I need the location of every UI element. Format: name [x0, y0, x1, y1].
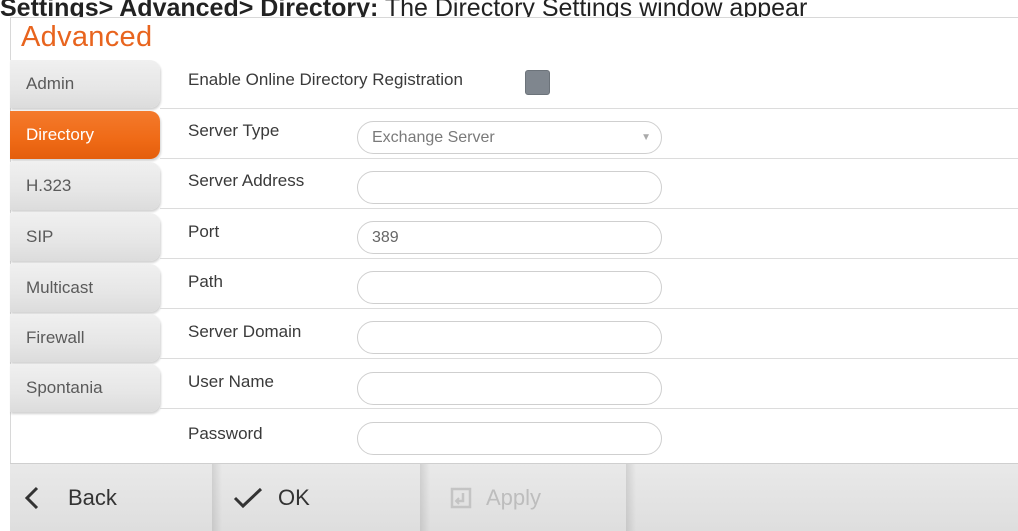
server-domain-label: Server Domain — [188, 322, 302, 341]
back-label: Back — [68, 485, 117, 510]
sidebar-item-firewall[interactable]: Firewall — [10, 314, 160, 362]
enable-registration-label: Enable Online Directory Registration — [188, 70, 463, 89]
port-input[interactable]: 389 — [357, 221, 662, 254]
apply-label: Apply — [486, 485, 542, 510]
apply-button[interactable]: Apply — [450, 464, 630, 531]
user-name-input[interactable] — [357, 372, 662, 405]
back-button[interactable]: Back — [22, 464, 212, 531]
server-address-input[interactable] — [357, 171, 662, 204]
row-divider — [160, 308, 1018, 309]
server-address-label: Server Address — [188, 171, 305, 190]
sidebar-item-spontania[interactable]: Spontania — [10, 364, 160, 412]
checkmark-icon — [232, 485, 264, 511]
row-divider — [160, 358, 1018, 359]
sidebar-item-h323[interactable]: H.323 — [10, 162, 160, 210]
row-divider — [160, 208, 1018, 209]
sidebar-item-sip[interactable]: SIP — [10, 213, 160, 261]
footer-separator — [212, 464, 222, 531]
port-label: Port — [188, 222, 220, 241]
apply-icon — [450, 487, 472, 509]
section-title: Advanced — [21, 21, 153, 53]
row-divider — [160, 408, 1018, 409]
sidebar-item-multicast[interactable]: Multicast — [10, 264, 160, 312]
footer-separator — [420, 464, 430, 531]
ok-button[interactable]: OK — [232, 464, 422, 531]
enable-registration-checkbox[interactable] — [525, 70, 550, 95]
sidebar-item-directory[interactable]: Directory — [10, 111, 160, 159]
sidebar-item-admin[interactable]: Admin — [10, 60, 160, 108]
dropdown-caret-icon: ▼ — [641, 132, 651, 143]
server-type-select[interactable]: Exchange Server ▼ — [357, 121, 662, 154]
password-label: Password — [188, 424, 263, 443]
server-type-value: Exchange Server — [372, 129, 495, 146]
row-divider — [160, 258, 1018, 259]
row-divider — [160, 108, 1018, 109]
footer-separator — [626, 464, 636, 531]
ok-label: OK — [278, 485, 310, 510]
footer-toolbar: Back OK Apply — [10, 463, 1018, 531]
path-input[interactable] — [357, 271, 662, 304]
path-label: Path — [188, 272, 223, 291]
server-domain-input[interactable] — [357, 321, 662, 354]
row-divider — [160, 158, 1018, 159]
password-input[interactable] — [357, 422, 662, 455]
user-name-label: User Name — [188, 372, 274, 391]
chevron-left-icon — [22, 485, 44, 511]
server-type-label: Server Type — [188, 121, 280, 140]
